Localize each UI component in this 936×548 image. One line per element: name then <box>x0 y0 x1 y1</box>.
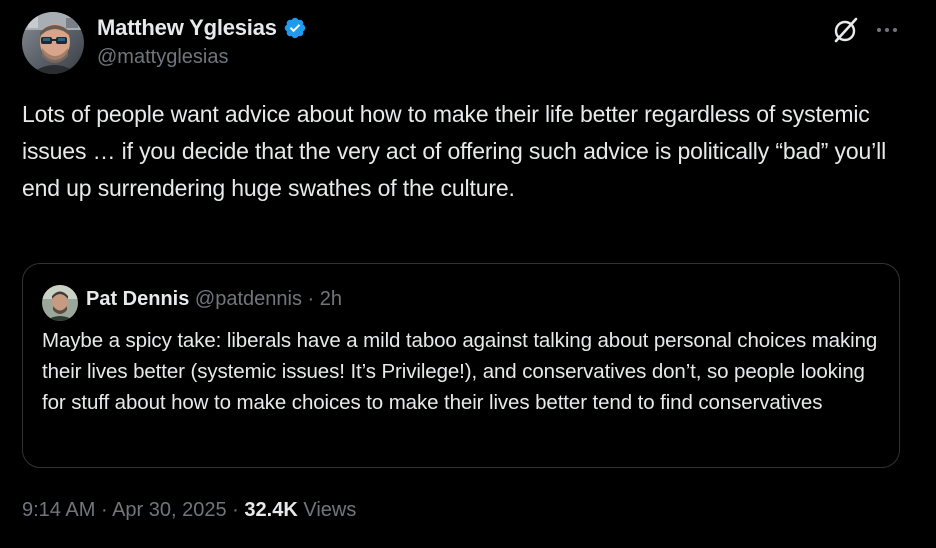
tweet-date[interactable]: Apr 30, 2025 <box>112 499 227 521</box>
author-handle[interactable]: @mattyglesias <box>97 46 228 69</box>
quoted-author-avatar[interactable] <box>42 285 78 321</box>
quoted-author-name[interactable]: Pat Dennis <box>86 288 189 310</box>
quoted-tweet-time[interactable]: 2h <box>320 288 342 310</box>
tweet-meta: 9:14 AM · Apr 30, 2025 · 32.4K Views <box>22 499 356 522</box>
author-name-row: Matthew Yglesias <box>97 13 307 43</box>
author-display-name[interactable]: Matthew Yglesias <box>97 15 277 41</box>
more-dots-icon[interactable] <box>874 17 900 43</box>
views-count[interactable]: 32.4K <box>244 499 297 521</box>
meta-separator-1: · <box>100 499 108 521</box>
grok-slash-icon[interactable] <box>832 16 860 44</box>
quoted-tweet-header: Pat Dennis @patdennis · 2h <box>86 288 342 311</box>
meta-separator-2: · <box>232 499 239 521</box>
tweet: Matthew Yglesias @mattyglesias Lots of p… <box>0 0 936 548</box>
verified-badge-icon[interactable] <box>283 16 307 40</box>
quoted-separator: · <box>307 288 315 310</box>
quoted-tweet-card[interactable]: Pat Dennis @patdennis · 2h Maybe a spicy… <box>22 263 900 468</box>
tweet-text: Lots of people want advice about how to … <box>22 101 887 201</box>
quoted-author-handle[interactable]: @patdennis <box>195 288 302 310</box>
views-label: Views <box>303 499 357 521</box>
author-avatar[interactable] <box>22 12 84 74</box>
tweet-time[interactable]: 9:14 AM <box>22 499 95 521</box>
quoted-tweet-text: Maybe a spicy take: liberals have a mild… <box>42 329 878 414</box>
